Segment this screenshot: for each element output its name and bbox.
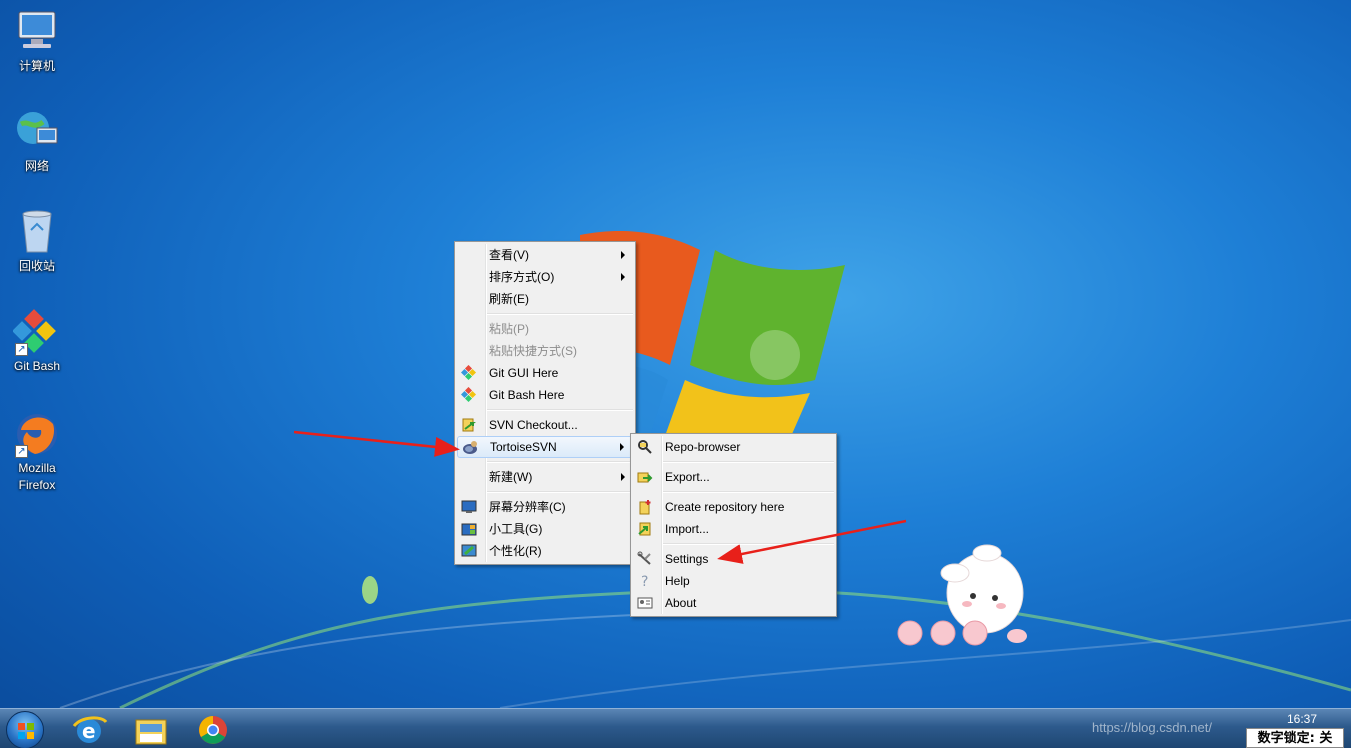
chrome-icon (199, 716, 227, 744)
menu-item-new[interactable]: 新建(W) (457, 466, 633, 488)
desktop-icon-label: 网络 (24, 159, 49, 173)
menu-separator (663, 488, 834, 496)
arrow-to-tortoisesvn (293, 430, 460, 457)
menu-item-label: 粘贴(P) (489, 322, 529, 336)
git-bash-icon: ↗ (12, 308, 61, 356)
create-repository-icon (639, 500, 651, 515)
taskbar-app-explorer[interactable] (128, 712, 174, 748)
desktop-icon-computer[interactable]: 计算机 (6, 8, 68, 75)
desktop-icon-recycle-bin[interactable]: 回收站 (6, 208, 68, 275)
desktop-icon-git-bash[interactable]: ↗ Git Bash (6, 308, 68, 375)
menu-item-svn-checkout[interactable]: SVN Checkout... (457, 414, 633, 436)
taskbar-app-chrome[interactable] (190, 712, 236, 748)
menu-item-gadgets[interactable]: 小工具(G) (457, 518, 633, 540)
desktop-icon-network[interactable]: 网络 (6, 108, 68, 175)
personalize-icon (461, 544, 477, 557)
menu-item-label: Help (665, 574, 690, 588)
menu-item-label: Export... (665, 470, 710, 484)
shortcut-arrow-icon: ↗ (15, 343, 28, 356)
menu-item-label: 刷新(E) (489, 292, 529, 306)
menu-item-export[interactable]: Export... (633, 466, 834, 488)
export-icon (637, 472, 653, 483)
submenu-arrow-icon (620, 443, 624, 451)
menu-item-label: 新建(W) (489, 470, 533, 484)
firefox-icon: ↗ (13, 410, 61, 458)
submenu-arrow-icon (621, 251, 625, 259)
menu-item-label: 排序方式(O) (489, 270, 555, 284)
menu-item-label: 粘贴快捷方式(S) (489, 344, 577, 358)
tortoisesvn-submenu: Repo-browser Export... Create repository… (630, 433, 837, 617)
menu-item-label: Settings (665, 552, 709, 566)
desktop-icon-firefox[interactable]: ↗ Mozilla Firefox (6, 410, 68, 494)
menu-item-create-repository[interactable]: Create repository here (633, 496, 834, 518)
menu-item-label: Git GUI Here (489, 366, 559, 380)
menu-item-paste: 粘贴(P) (457, 318, 633, 340)
menu-item-repo-browser[interactable]: Repo-browser (633, 436, 834, 458)
git-icon (461, 387, 477, 403)
menu-item-git-bash[interactable]: Git Bash Here (457, 384, 633, 406)
menu-item-label: Repo-browser (665, 440, 741, 454)
watermark-text: https://blog.csdn.net/ (1092, 720, 1212, 735)
menu-item-label: Git Bash Here (489, 388, 565, 402)
import-icon (638, 522, 651, 536)
menu-separator (487, 488, 633, 496)
settings-tools-icon (637, 551, 651, 565)
menu-item-import[interactable]: Import... (633, 518, 834, 540)
menu-item-view[interactable]: 查看(V) (457, 244, 633, 266)
internet-explorer-icon: e (72, 716, 108, 743)
menu-item-label: 查看(V) (489, 248, 529, 262)
gadgets-icon (461, 523, 477, 536)
desktop-icon-label: Mozilla Firefox (18, 461, 56, 492)
desktop-icon-label: 回收站 (18, 259, 55, 273)
menu-item-label: About (665, 596, 697, 610)
menu-separator (663, 458, 834, 466)
menu-item-tortoisesvn[interactable]: TortoiseSVN (457, 436, 633, 458)
windows-start-icon (18, 723, 34, 739)
desktop-icon-label: 计算机 (18, 59, 55, 73)
taskbar-app-ie[interactable]: e (66, 712, 112, 748)
start-button[interactable] (6, 711, 44, 748)
menu-item-about[interactable]: About (633, 592, 834, 614)
numlock-indicator: 数字锁定: 关 (1246, 728, 1344, 748)
tortoise-icon (463, 441, 477, 454)
menu-item-refresh[interactable]: 刷新(E) (457, 288, 633, 310)
repo-browser-icon (638, 440, 652, 454)
menu-item-label: Create repository here (665, 500, 785, 514)
help-icon: ? (641, 574, 648, 589)
submenu-arrow-icon (621, 273, 625, 281)
screen-resolution-icon (461, 500, 477, 513)
menu-item-label: SVN Checkout... (489, 418, 578, 432)
recycle-bin-icon (13, 208, 61, 256)
submenu-arrow-icon (621, 473, 625, 481)
menu-item-sort[interactable]: 排序方式(O) (457, 266, 633, 288)
menu-separator (487, 458, 633, 466)
system-clock[interactable]: 16:37 (1287, 712, 1317, 726)
bunny-sticker (897, 544, 1027, 646)
menu-item-label: Import... (665, 522, 710, 536)
git-icon (461, 365, 477, 381)
menu-item-label: 屏幕分辨率(C) (489, 500, 566, 514)
menu-separator (663, 540, 834, 548)
menu-separator (487, 310, 633, 318)
about-icon (637, 597, 653, 609)
svg-text:e: e (82, 719, 96, 743)
svn-checkout-icon (462, 418, 476, 432)
desktop-icon-label: Git Bash (13, 359, 61, 373)
menu-item-label: TortoiseSVN (490, 440, 557, 454)
menu-separator (487, 406, 633, 414)
menu-item-help[interactable]: ? Help (633, 570, 834, 592)
menu-item-git-gui[interactable]: Git GUI Here (457, 362, 633, 384)
network-icon (13, 108, 61, 156)
file-explorer-icon (135, 719, 167, 745)
computer-icon (13, 8, 61, 56)
menu-item-settings[interactable]: Settings (633, 548, 834, 570)
menu-item-personalize[interactable]: 个性化(R) (457, 540, 633, 562)
menu-item-label: 小工具(G) (489, 522, 543, 536)
menu-item-paste-shortcut: 粘贴快捷方式(S) (457, 340, 633, 362)
shortcut-arrow-icon: ↗ (15, 445, 28, 458)
desktop-context-menu: 查看(V) 排序方式(O) 刷新(E) 粘贴(P) 粘贴快捷方式(S) Git … (454, 241, 636, 565)
menu-item-label: 个性化(R) (489, 544, 542, 558)
svg-text:?: ? (641, 574, 648, 589)
menu-item-resolution[interactable]: 屏幕分辨率(C) (457, 496, 633, 518)
